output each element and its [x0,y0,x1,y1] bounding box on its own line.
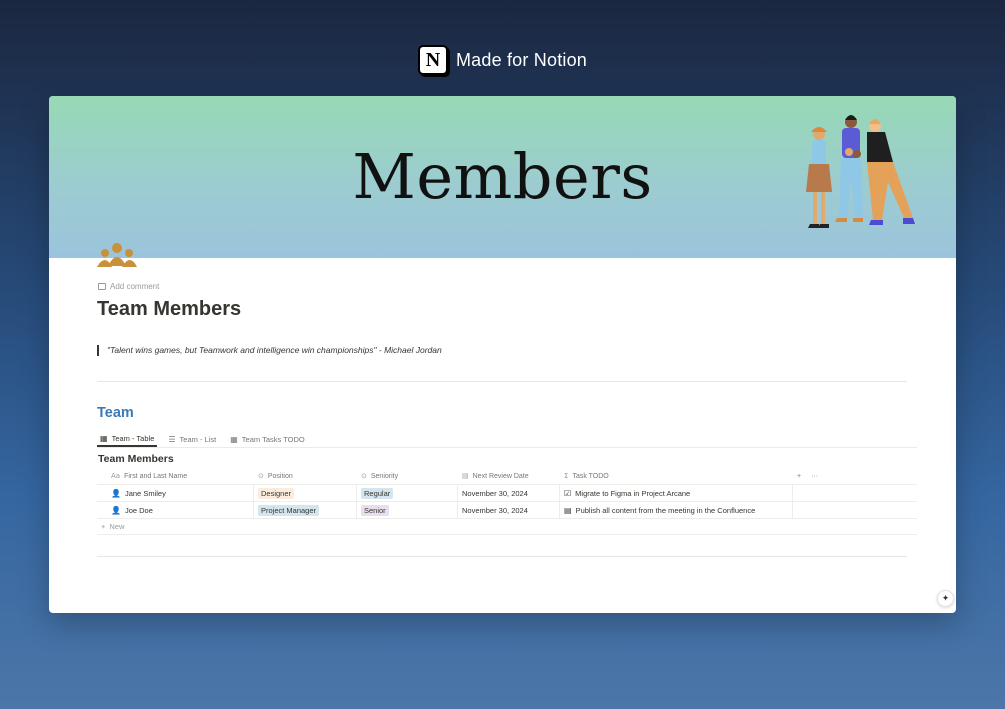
column-label: Seniority [370,472,399,480]
calendar-icon: ▤ [462,472,469,480]
comment-icon [98,283,106,290]
page-cover[interactable]: Members [49,96,956,258]
position-cell[interactable]: Designer [254,485,357,501]
seniority-tag: Senior [361,504,389,516]
add-column-icon[interactable]: + [797,473,801,480]
tab-label: Team Tasks TODO [241,434,305,444]
database-view-tabs: ▦ Team - Table ☰ Team - List ▦ Team Task… [97,431,917,448]
table-header-row: Aa First and Last Name ⊙ Position ⊙ Seni… [97,468,917,485]
member-name: Jane Smiley [124,488,166,498]
brand-header: N Made for Notion [0,45,1005,75]
seniority-tag: Regular [361,487,394,499]
person-icon: 👤 [111,505,121,515]
column-header-review-date[interactable]: ▤ Next Review Date [458,468,560,484]
tab-team-tasks-todo[interactable]: ▦ Team Tasks TODO [227,431,308,447]
table-icon: ▦ [230,434,238,444]
select-icon: ⊙ [361,472,367,480]
quote-block[interactable]: "Talent wins games, but Teamwork and int… [97,345,442,356]
column-label: Next Review Date [472,472,529,480]
tab-label: Team - Table [111,433,155,443]
column-label: First and Last Name [124,472,188,480]
team-group-icon[interactable] [96,242,138,268]
column-label: Task TODO [572,472,609,480]
column-header-seniority[interactable]: ⊙ Seniority [357,468,458,484]
column-header-position[interactable]: ⊙ Position [254,468,357,484]
select-icon: ⊙ [258,472,264,480]
database-title[interactable]: Team Members [98,453,174,465]
tab-team-list[interactable]: ☰ Team - List [165,431,219,447]
position-tag: Designer [258,487,295,499]
task-cell[interactable]: ▤ Publish all content from the meeting i… [560,502,793,518]
add-comment-label: Add comment [110,282,160,291]
name-cell[interactable]: 👤 Jane Smiley [97,485,254,501]
team-illustration-icon [806,115,915,228]
position-tag: Project Manager [258,504,320,516]
member-name: Joe Doe [124,505,153,515]
column-header-task-todo[interactable]: Σ Task TODO [560,468,793,484]
notion-logo-icon: N [417,45,448,75]
task-cell[interactable]: ☑ Migrate to Figma in Project Arcane [560,485,793,501]
person-icon: 👤 [111,488,121,498]
column-label: Position [267,472,293,480]
new-row-button[interactable]: + New [97,519,917,535]
tab-label: Team - List [179,434,217,444]
divider [97,381,907,382]
position-cell[interactable]: Project Manager [254,502,357,518]
column-actions: + ··· [793,468,917,484]
column-header-name[interactable]: Aa First and Last Name [97,468,254,484]
task-link[interactable]: Publish all content from the meeting in … [576,506,756,515]
name-cell[interactable]: 👤 Joe Doe [97,502,254,518]
checklist-page-icon: ☑ [564,488,572,498]
notion-page-window: Members Add comment Team Members "Talent… [49,96,956,613]
add-comment-button[interactable]: Add comment [98,282,159,291]
empty-cell [793,485,917,501]
document-icon: ▤ [564,505,572,515]
divider [97,556,907,557]
seniority-cell[interactable]: Regular [357,485,458,501]
tab-team-table[interactable]: ▦ Team - Table [97,431,158,447]
ai-assistant-button[interactable]: ✦ [937,590,954,607]
task-link[interactable]: Migrate to Figma in Project Arcane [575,489,690,498]
page-title[interactable]: Team Members [97,298,241,321]
sparkle-icon: ✦ [941,593,950,604]
plus-icon: + [101,522,106,531]
review-date-cell[interactable]: November 30, 2024 [458,502,560,518]
empty-cell [793,502,917,518]
new-label: New [109,522,125,531]
section-heading[interactable]: Team [97,405,134,421]
team-members-table: Aa First and Last Name ⊙ Position ⊙ Seni… [97,468,917,535]
sigma-icon: Σ [564,472,569,480]
brand-text: Made for Notion [455,49,588,70]
seniority-cell[interactable]: Senior [357,502,458,518]
table-row[interactable]: 👤 Joe Doe Project Manager Senior Novembe… [97,502,917,519]
table-row[interactable]: 👤 Jane Smiley Designer Regular November … [97,485,917,502]
list-icon: ☰ [168,434,176,444]
review-date-cell[interactable]: November 30, 2024 [458,485,560,501]
table-icon: ▦ [100,433,108,443]
text-property-icon: Aa [111,472,121,480]
more-options-icon[interactable]: ··· [811,473,818,480]
